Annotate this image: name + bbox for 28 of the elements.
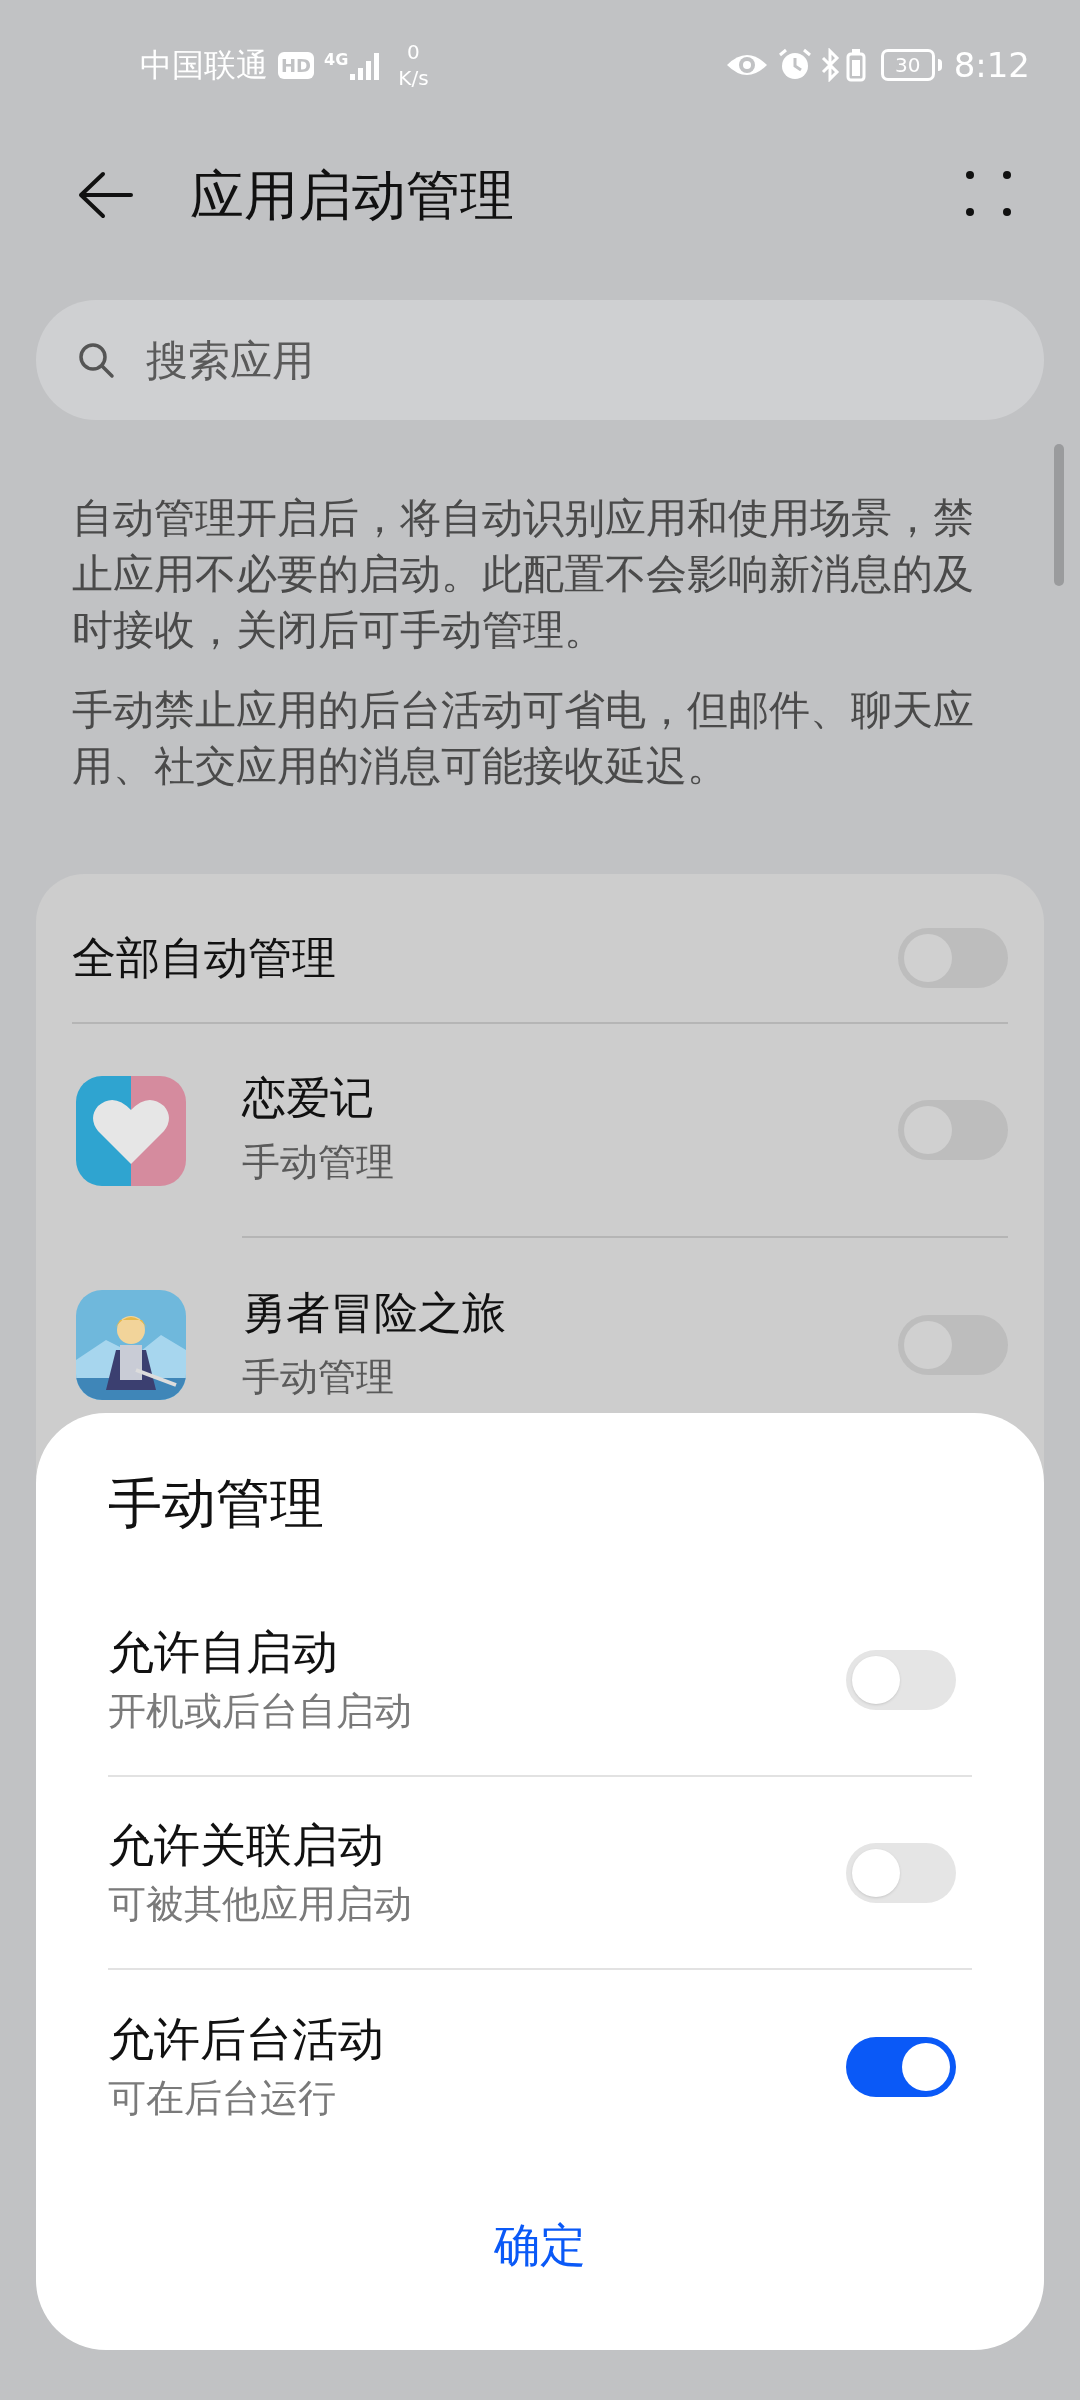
clock-time: 8:12: [953, 43, 1030, 87]
setting-label: 全部自动管理: [72, 931, 336, 985]
carrier-text: 中国联通: [140, 45, 268, 86]
app-name: 恋爱记: [242, 1071, 375, 1125]
option-description: 开机或后台自启动: [108, 1687, 412, 1735]
speed-value: 0: [407, 42, 420, 62]
option-label: 允许自启动: [108, 1623, 339, 1681]
vibrate-icon: [844, 48, 867, 82]
app-name: 勇者冒险之旅: [242, 1286, 507, 1340]
hd-badge: HD: [278, 51, 314, 79]
search-field[interactable]: 搜索应用: [36, 300, 1044, 420]
page-title: 应用启动管理: [190, 162, 515, 229]
app-status: 手动管理: [242, 1354, 395, 1401]
speed-unit: K/s: [398, 68, 429, 88]
option-description: 可在后台运行: [108, 2074, 337, 2122]
option-label: 允许后台活动: [108, 2010, 384, 2068]
confirm-button[interactable]: 确定: [474, 2203, 606, 2288]
heart-app-icon: [76, 1076, 186, 1186]
option-description: 可被其他应用启动: [108, 1880, 412, 1928]
app-status: 手动管理: [242, 1139, 395, 1186]
network-text: 4G: [324, 49, 349, 71]
description-text: 自动管理开启后，将自动识别应用和使用场景，禁止应用不必要的启动。此配置不会影响新消息的及时接收，关闭后可手动管理。: [72, 493, 975, 656]
battery-level: 30: [894, 55, 921, 75]
search-icon: [76, 340, 116, 380]
sheet-title: 手动管理: [108, 1471, 325, 1537]
option-label: 允许关联启动: [108, 1816, 385, 1874]
bluetooth-icon: [820, 48, 841, 82]
description-text: 手动禁止应用的后台活动可省电，但邮件、聊天应用、社交应用的消息可能接收延迟。: [72, 685, 975, 792]
